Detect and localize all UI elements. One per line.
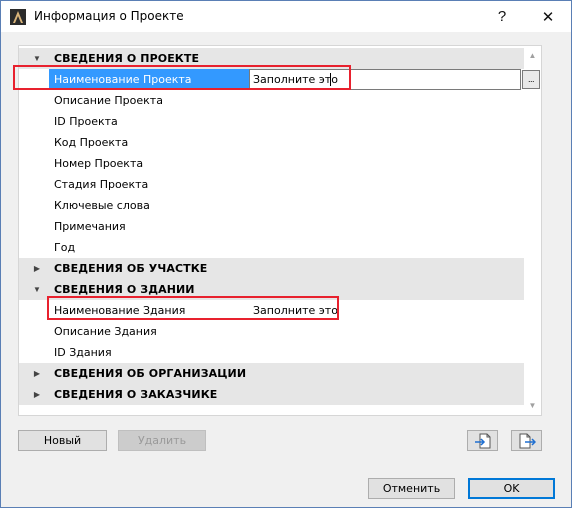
property-label: Номер Проекта	[54, 157, 144, 170]
group-label: СВЕДЕНИЯ О ЗАКАЗЧИКЕ	[54, 388, 218, 401]
group-row-organization[interactable]: ▶ СВЕДЕНИЯ ОБ ОРГАНИЗАЦИИ	[19, 363, 526, 384]
vertical-scrollbar[interactable]: ▲ ▼	[524, 46, 541, 415]
property-row[interactable]: ID Проекта	[19, 111, 526, 132]
property-row[interactable]: Описание Проекта	[19, 90, 526, 111]
group-row-site[interactable]: ▶ СВЕДЕНИЯ ОБ УЧАСТКЕ	[19, 258, 526, 279]
property-label: Год	[54, 241, 76, 254]
property-row-project-name[interactable]: Наименование Проекта Заполните это	[19, 69, 526, 90]
property-row[interactable]: Номер Проекта	[19, 153, 526, 174]
export-file-icon	[519, 433, 536, 448]
property-label: Стадия Проекта	[54, 178, 149, 191]
expand-down-icon[interactable]: ▼	[32, 279, 42, 300]
property-label: Примечания	[54, 220, 126, 233]
property-row[interactable]: Описание Здания	[19, 321, 526, 342]
property-label: Описание Проекта	[54, 94, 163, 107]
property-row[interactable]: Стадия Проекта	[19, 174, 526, 195]
property-row[interactable]: Примечания	[19, 216, 526, 237]
property-label: Наименование Проекта	[54, 73, 192, 86]
browse-button[interactable]: ...	[522, 70, 540, 89]
property-label: Код Проекта	[54, 136, 129, 149]
property-label: Описание Здания	[54, 325, 157, 338]
ok-button[interactable]: OK	[468, 478, 555, 499]
property-value[interactable]: Заполните это	[253, 304, 338, 317]
expand-right-icon[interactable]: ▶	[32, 258, 42, 279]
new-button[interactable]: Новый	[18, 430, 107, 451]
group-label: СВЕДЕНИЯ О ЗДАНИИ	[54, 283, 195, 296]
property-row-building-name[interactable]: Наименование Здания Заполните это	[19, 300, 526, 321]
title-bar: Информация о Проекте ? ✕	[1, 1, 571, 32]
archicad-app-icon	[10, 9, 26, 25]
scroll-down-icon[interactable]: ▼	[528, 401, 537, 410]
property-value[interactable]: Заполните это	[253, 73, 338, 86]
expand-down-icon[interactable]: ▼	[32, 48, 42, 69]
property-row[interactable]: ID Здания	[19, 342, 526, 363]
property-list: ▼ СВЕДЕНИЯ О ПРОЕКТЕ Наименование Проект…	[18, 45, 542, 416]
property-label: Наименование Здания	[54, 304, 186, 317]
help-icon: ?	[497, 8, 507, 25]
import-button[interactable]	[467, 430, 498, 451]
property-label: Ключевые слова	[54, 199, 150, 212]
group-row-client[interactable]: ▶ СВЕДЕНИЯ О ЗАКАЗЧИКЕ	[19, 384, 526, 405]
cancel-button[interactable]: Отменить	[368, 478, 455, 499]
delete-button[interactable]: Удалить	[118, 430, 206, 451]
property-label: ID Здания	[54, 346, 112, 359]
close-icon: ✕	[541, 8, 555, 26]
scroll-up-icon[interactable]: ▲	[528, 51, 537, 60]
group-row-project[interactable]: ▼ СВЕДЕНИЯ О ПРОЕКТЕ	[19, 48, 526, 69]
group-row-building[interactable]: ▼ СВЕДЕНИЯ О ЗДАНИИ	[19, 279, 526, 300]
expand-right-icon[interactable]: ▶	[32, 363, 42, 384]
window-title: Информация о Проекте	[34, 9, 184, 23]
dialog-body: ▼ СВЕДЕНИЯ О ПРОЕКТЕ Наименование Проект…	[1, 32, 571, 507]
property-row[interactable]: Год	[19, 237, 526, 258]
group-label: СВЕДЕНИЯ О ПРОЕКТЕ	[54, 52, 200, 65]
group-label: СВЕДЕНИЯ ОБ УЧАСТКЕ	[54, 262, 208, 275]
text-caret	[330, 73, 331, 86]
property-row[interactable]: Ключевые слова	[19, 195, 526, 216]
import-file-icon	[474, 433, 490, 448]
property-label: ID Проекта	[54, 115, 118, 128]
property-row[interactable]: Код Проекта	[19, 132, 526, 153]
help-button[interactable]: ?	[479, 1, 525, 32]
project-info-dialog: Информация о Проекте ? ✕ ▼ СВЕДЕНИЯ О ПР…	[0, 0, 572, 508]
export-button[interactable]	[511, 430, 542, 451]
group-label: СВЕДЕНИЯ ОБ ОРГАНИЗАЦИИ	[54, 367, 247, 380]
expand-right-icon[interactable]: ▶	[32, 384, 42, 405]
close-button[interactable]: ✕	[525, 1, 571, 32]
